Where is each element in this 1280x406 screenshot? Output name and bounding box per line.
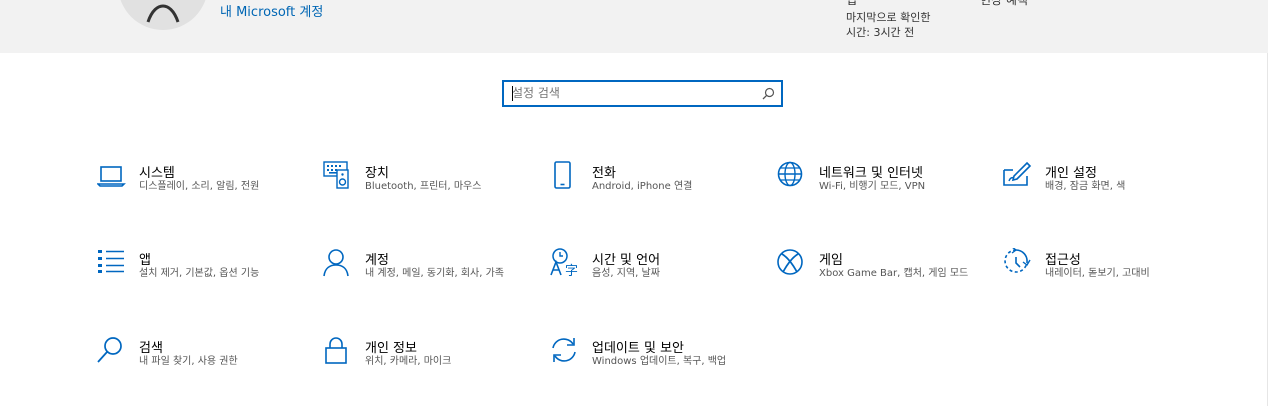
tile-time-language[interactable]: 字 시간 및 언어 음성, 지역, 날짜 [550,248,750,308]
lock-icon [325,337,347,364]
tile-privacy[interactable]: 개인 정보 위치, 카메라, 마이크 [323,336,523,396]
tile-description: Xbox Game Bar, 캡처, 게임 모드 [819,268,969,279]
last-checked-status: 마지막으로 확인한 시간: 3시간 전 [846,10,930,40]
tile-description: 배경, 잠금 화면, 색 [1045,181,1126,192]
sync-icon [552,338,576,362]
tile-search[interactable]: 검색 내 파일 찾기, 사용 권한 [97,336,297,396]
laptop-icon [97,166,126,187]
tile-update-security[interactable]: 업데이트 및 보안 Windows 업데이트, 복구, 백업 [550,336,750,396]
magnifier-icon[interactable] [762,87,775,100]
time-language-icon: 字 [550,248,578,278]
tile-title: 개인 정보 [365,341,417,356]
paint-icon [1003,161,1032,186]
tile-description: 설치 제거, 기본값, 옵션 기능 [139,268,260,279]
tile-ease-of-access[interactable]: 접근성 내레이터, 돋보기, 고대비 [1003,248,1203,308]
tile-description: Wi-Fi, 비행기 모드, VPN [819,181,926,192]
rewards-label[interactable]: 현장 혜택 [980,0,1028,8]
tile-description: 내 파일 찾기, 사용 권한 [139,356,238,367]
tile-title: 시간 및 언어 [592,253,661,268]
tile-gaming[interactable]: 게임 Xbox Game Bar, 캡처, 게임 모드 [777,248,977,308]
tile-devices[interactable]: 장치 Bluetooth, 프린터, 마우스 [323,161,523,221]
devices-icon [323,161,349,189]
tile-title: 접근성 [1045,253,1081,268]
tile-description: 음성, 지역, 날짜 [592,268,660,279]
tile-description: Bluetooth, 프린터, 마우스 [365,181,482,192]
settings-search-box[interactable] [502,80,783,107]
tile-title: 전화 [592,166,616,181]
tile-description: 위치, 카메라, 마이크 [365,356,452,367]
tile-accounts[interactable]: 계정 내 계정, 메일, 동기화, 회사, 가족 [323,248,523,308]
xbox-icon [777,249,803,275]
tile-title: 시스템 [139,166,175,181]
tile-description: 디스플레이, 소리, 알림, 전원 [139,181,260,192]
tile-description: Windows 업데이트, 복구, 백업 [592,356,727,367]
tile-description: Android, iPhone 연결 [592,181,693,192]
tile-network[interactable]: 네트워크 및 인터넷 Wi-Fi, 비행기 모드, VPN [777,161,977,221]
tile-title: 게임 [819,253,843,268]
tile-description: 내레이터, 돋보기, 고대비 [1045,268,1150,279]
tile-description: 내 계정, 메일, 동기화, 회사, 가족 [365,268,505,279]
text-caret [512,86,513,101]
windows-update-label: 업 [846,0,858,7]
svg-text:字: 字 [565,264,578,278]
last-checked-time: 시간: 3시간 전 [846,26,915,39]
tile-personalization[interactable]: 개인 설정 배경, 잠금 화면, 색 [1003,161,1203,221]
person-silhouette-icon [146,4,180,23]
tile-title: 계정 [365,253,389,268]
vertical-scrollbar[interactable] [1267,53,1280,406]
tile-title: 장치 [365,166,389,181]
tile-apps[interactable]: 앱 설치 제거, 기본값, 옵션 기능 [97,248,297,308]
tile-title: 업데이트 및 보안 [592,341,684,356]
account-header: 내 Microsoft 계정 업 현장 혜택 마지막으로 확인한 시간: 3시간… [0,0,1268,53]
microsoft-account-link[interactable]: 내 Microsoft 계정 [220,1,323,20]
apps-list-icon [98,250,124,273]
phone-icon [554,161,571,189]
tile-title: 검색 [139,341,163,356]
tile-title: 앱 [139,253,151,268]
tile-system[interactable]: 시스템 디스플레이, 소리, 알림, 전원 [97,161,297,221]
tile-title: 개인 설정 [1045,166,1097,181]
tile-title: 네트워크 및 인터넷 [819,166,923,181]
settings-search-input[interactable] [512,83,752,103]
user-avatar[interactable] [118,0,208,30]
tile-phone[interactable]: 전화 Android, iPhone 연결 [550,161,750,221]
globe-icon [777,161,803,187]
person-icon [323,249,349,277]
last-checked-label: 마지막으로 확인한 [846,11,931,24]
search-icon [97,337,122,363]
ease-of-access-icon [1004,248,1031,273]
